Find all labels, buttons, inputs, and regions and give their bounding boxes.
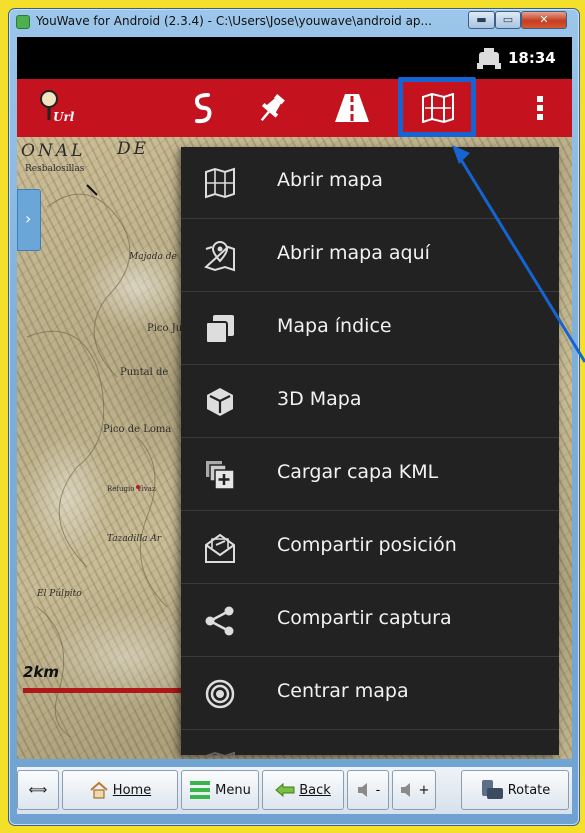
back-button[interactable]: Back xyxy=(262,770,344,810)
window-titlebar[interactable]: YouWave for Android (2.3.4) - C:\Users\J… xyxy=(9,9,579,35)
menu-item-cargar-capa-kml[interactable]: Cargar capa KML xyxy=(181,439,559,511)
menu-item-compartir-captura[interactable]: Compartir captura xyxy=(181,585,559,657)
url-button[interactable]: Url xyxy=(29,79,85,137)
back-button-label: Back xyxy=(299,782,331,798)
emulator-toolbar: ⟺ Home Menu Back - + Rotate xyxy=(17,767,572,814)
menu-item-compartir-posicion[interactable]: Compartir posición xyxy=(181,512,559,584)
menu-list-icon xyxy=(190,781,211,799)
resize-arrows-icon: ⟺ xyxy=(28,782,48,798)
speaker-icon xyxy=(400,783,410,797)
android-screen: 18:34 Url ONAL DE Resbalosillas Majada d… xyxy=(17,37,572,759)
volume-up-label: + xyxy=(418,782,430,798)
menu-item-label: Compartir captura xyxy=(277,607,452,629)
map-folded-icon xyxy=(422,93,454,123)
side-panel-tab[interactable]: › xyxy=(17,189,41,251)
home-button-label: Home xyxy=(112,782,152,798)
pushpin-button[interactable] xyxy=(244,79,300,137)
volume-down-label: - xyxy=(375,782,381,798)
back-arrow-icon xyxy=(275,783,295,797)
close-button[interactable]: ✕ xyxy=(521,11,567,29)
window-title: YouWave for Android (2.3.4) - C:\Users\J… xyxy=(36,14,432,28)
minimize-button[interactable]: ▬ xyxy=(468,11,495,29)
menu-item-label: Cargar capa KML xyxy=(277,461,439,483)
menu-item-abrir-mapa[interactable]: Abrir mapa xyxy=(181,147,559,219)
menu-item-centrar-mapa[interactable]: Centrar mapa xyxy=(181,658,559,730)
scale-label: 2km xyxy=(23,663,60,681)
overflow-menu-button[interactable] xyxy=(525,79,555,137)
map-icon xyxy=(205,167,235,199)
menu-item-label: Centrar mapa xyxy=(277,680,409,702)
map-pin-icon xyxy=(204,241,235,272)
maximize-button[interactable]: ▭ xyxy=(495,11,521,29)
menu-button-label: Menu xyxy=(215,782,251,798)
overflow-menu-icon xyxy=(537,96,543,120)
map-options-menu: Abrir mapa Abrir mapa aquí Mapa índice 3… xyxy=(181,147,559,755)
resize-button[interactable]: ⟺ xyxy=(17,770,59,810)
map-icon xyxy=(205,751,235,755)
menu-item-label: Abrir mapa xyxy=(277,169,383,191)
road-button[interactable] xyxy=(322,79,382,137)
route-icon xyxy=(194,93,212,124)
menu-item-partial[interactable]: ... xyxy=(181,731,559,755)
cube-icon xyxy=(207,388,233,416)
home-icon xyxy=(90,781,108,799)
pushpin-icon xyxy=(260,94,285,122)
road-icon xyxy=(335,94,369,122)
map-menu-button[interactable] xyxy=(407,79,469,137)
menu-item-label: ... xyxy=(277,753,295,755)
kml-layer-icon xyxy=(206,461,235,490)
status-bar: 18:34 xyxy=(17,37,572,79)
menu-item-label: Abrir mapa aquí xyxy=(277,242,430,264)
terrain-contours xyxy=(26,184,191,737)
share-position-icon xyxy=(205,533,235,563)
map-url-pin-icon: Url xyxy=(40,90,75,124)
chevron-right-icon: › xyxy=(25,209,32,228)
home-button[interactable]: Home xyxy=(62,770,178,810)
rotate-button-label: Rotate xyxy=(507,782,551,798)
menu-item-mapa-indice[interactable]: Mapa índice xyxy=(181,293,559,365)
menu-item-label: Compartir posición xyxy=(277,534,457,556)
menu-item-3d-mapa[interactable]: 3D Mapa xyxy=(181,366,559,438)
menu-item-label: Mapa índice xyxy=(277,315,392,337)
target-icon xyxy=(205,679,235,709)
menu-item-abrir-mapa-aqui[interactable]: Abrir mapa aquí xyxy=(181,220,559,292)
scale-bar xyxy=(23,688,183,693)
usb-debug-icon xyxy=(477,48,501,69)
share-icon xyxy=(205,606,234,636)
rotate-device-icon xyxy=(481,780,503,799)
volume-up-button[interactable]: + xyxy=(392,770,436,810)
action-bar: Url xyxy=(17,79,572,137)
layers-icon xyxy=(205,315,234,344)
volume-down-button[interactable]: - xyxy=(347,770,389,810)
speaker-icon xyxy=(357,783,367,797)
route-button[interactable] xyxy=(177,79,229,137)
menu-button[interactable]: Menu xyxy=(181,770,259,810)
menu-item-label: 3D Mapa xyxy=(277,388,362,410)
status-time: 18:34 xyxy=(508,49,556,67)
url-icon-label: Url xyxy=(53,110,75,124)
android-app-icon xyxy=(16,15,30,29)
rotate-button[interactable]: Rotate xyxy=(461,770,569,810)
